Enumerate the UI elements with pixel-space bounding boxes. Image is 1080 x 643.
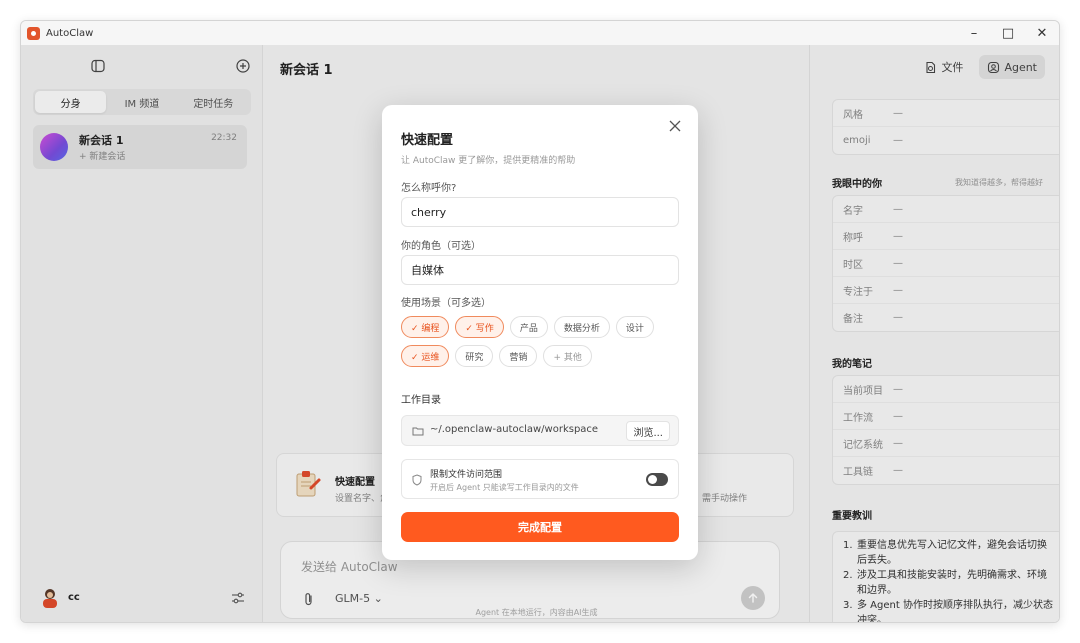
chip-design[interactable]: 设计	[615, 316, 654, 338]
window-title: AutoClaw	[46, 27, 94, 39]
shield-icon	[412, 474, 422, 486]
scenario-label: 使用场景（可多选）	[401, 298, 491, 309]
window-controls: – □ ✕	[957, 21, 1059, 45]
workdir-label: 工作目录	[401, 395, 441, 406]
chip-other[interactable]: + 其他	[543, 345, 592, 367]
chip-marketing[interactable]: 营销	[499, 345, 538, 367]
quick-config-modal: 快速配置 让 AutoClaw 更了解你，提供更精准的帮助 怎么称呼你? che…	[382, 105, 698, 560]
restrict-toggle[interactable]	[646, 473, 668, 486]
chip-row-2: ✓ 运维 研究 营销 + 其他	[401, 345, 681, 367]
restrict-subtitle: 开启后 Agent 只能读写工作目录内的文件	[430, 483, 579, 492]
restrict-title: 限制文件访问范围	[430, 470, 503, 480]
role-label: 你的角色（可选）	[401, 241, 481, 252]
chip-programming[interactable]: ✓ 编程	[401, 316, 450, 338]
role-value: 自媒体	[411, 264, 444, 277]
chip-research[interactable]: 研究	[455, 345, 494, 367]
chip-data-analysis[interactable]: 数据分析	[553, 316, 610, 338]
maximize-button[interactable]: □	[991, 21, 1025, 45]
chip-product[interactable]: 产品	[509, 316, 548, 338]
workdir-path: ~/.openclaw-autoclaw/workspace	[430, 424, 599, 435]
workdir-field: ~/.openclaw-autoclaw/workspace 浏览...	[401, 415, 679, 446]
chip-writing[interactable]: ✓ 写作	[455, 316, 504, 338]
role-field[interactable]: 自媒体	[401, 255, 679, 285]
chip-ops[interactable]: ✓ 运维	[401, 345, 450, 367]
restrict-access-row: 限制文件访问范围 开启后 Agent 只能读写工作目录内的文件	[401, 459, 679, 499]
modal-title: 快速配置	[401, 133, 454, 148]
modal-subtitle: 让 AutoClaw 更了解你，提供更精准的帮助	[401, 156, 576, 166]
chip-row-1: ✓ 编程 ✓ 写作 产品 数据分析 设计	[401, 316, 681, 338]
name-field[interactable]: cherry	[401, 197, 679, 227]
folder-icon	[412, 425, 424, 437]
name-label: 怎么称呼你?	[401, 183, 457, 194]
minimize-button[interactable]: –	[957, 21, 991, 45]
scenario-chips: ✓ 编程 ✓ 写作 产品 数据分析 设计 ✓ 运维 研究 营销 + 其他	[401, 316, 681, 374]
app-logo-icon	[27, 26, 40, 40]
finish-config-button[interactable]: 完成配置	[401, 512, 679, 542]
close-window-button[interactable]: ✕	[1025, 21, 1059, 45]
close-icon[interactable]	[668, 119, 682, 133]
browse-button[interactable]: 浏览...	[626, 421, 670, 441]
name-value: cherry	[411, 205, 447, 219]
title-bar: AutoClaw – □ ✕	[21, 21, 1059, 45]
